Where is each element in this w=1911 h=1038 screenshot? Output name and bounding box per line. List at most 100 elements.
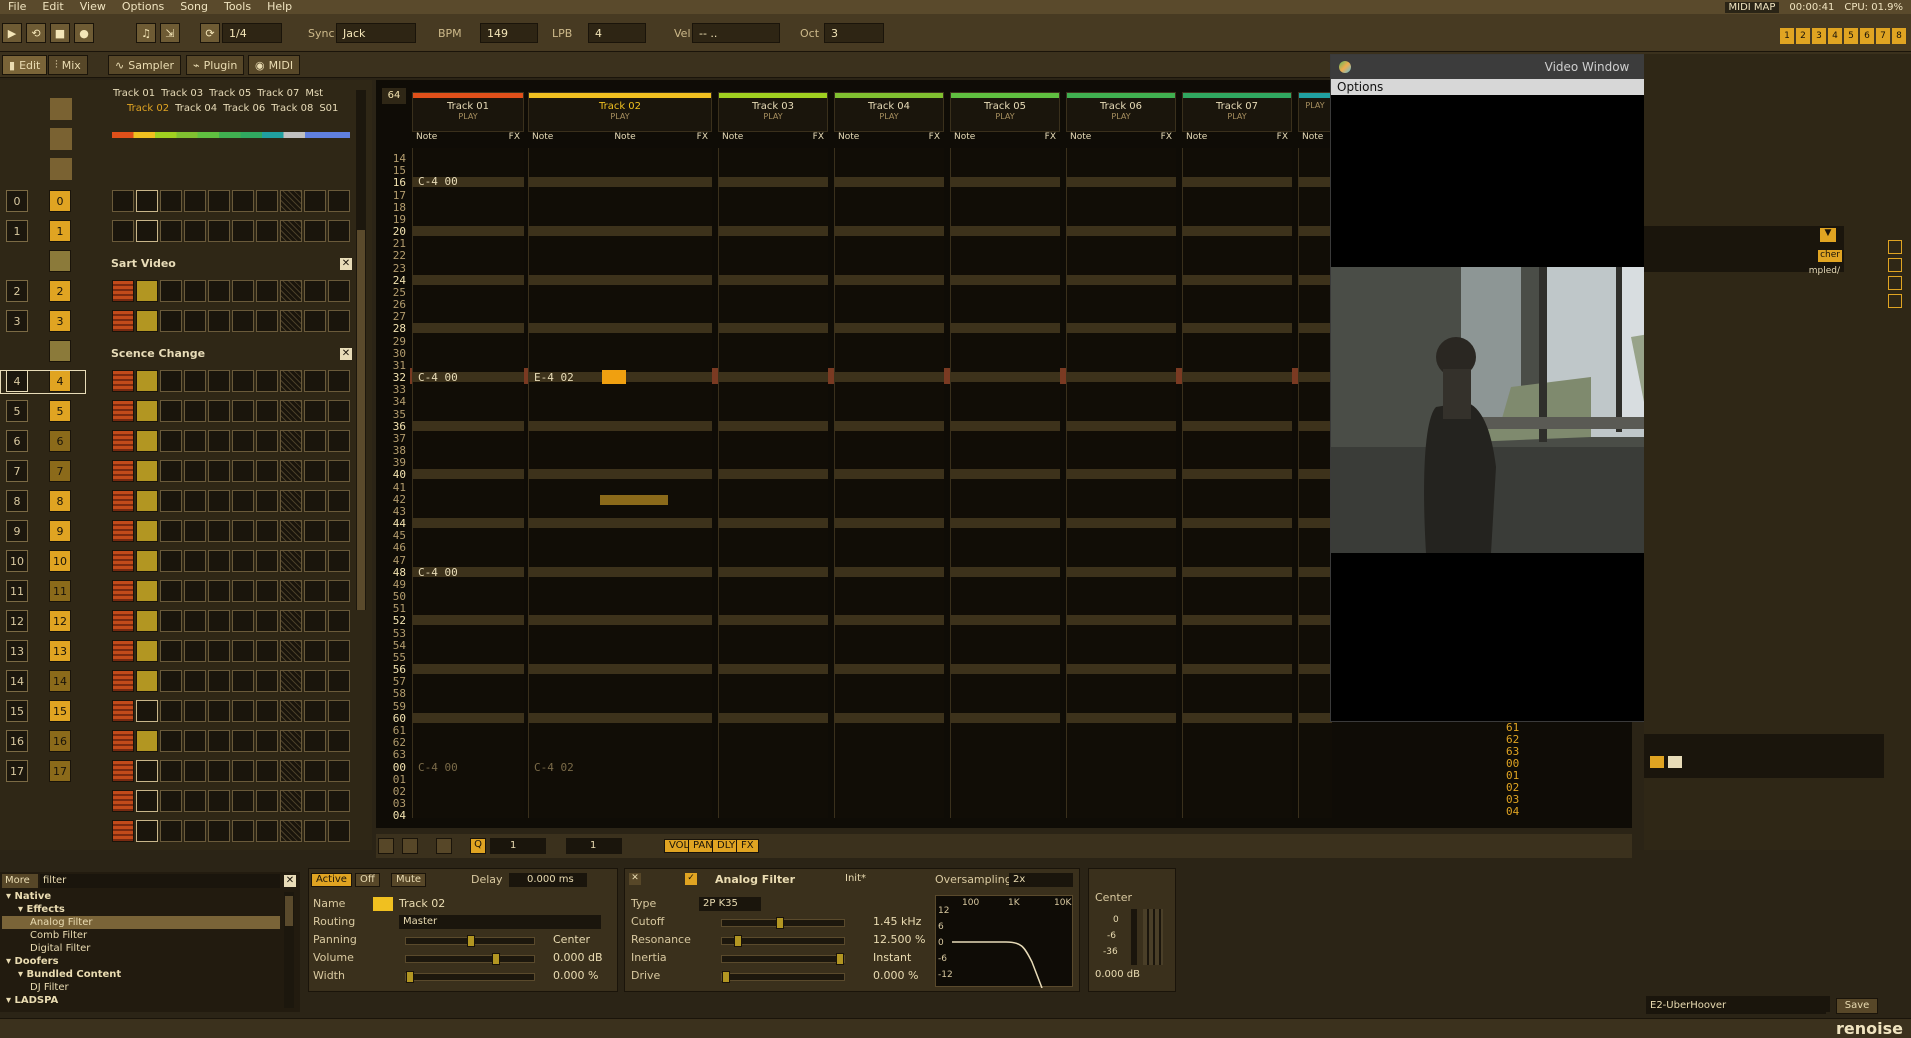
matrix-slot[interactable]	[184, 430, 206, 452]
matrix-slot[interactable]	[208, 430, 230, 452]
matrix-slot[interactable]	[280, 820, 302, 842]
matrix-slot-active[interactable]	[136, 310, 158, 332]
follow-icon[interactable]: ⇲	[160, 23, 180, 43]
matrix-slot-active[interactable]	[136, 430, 158, 452]
matrix-slot[interactable]	[304, 760, 326, 782]
matrix-slot[interactable]	[256, 730, 278, 752]
matrix-slot-active[interactable]	[112, 280, 134, 302]
matrix-slot[interactable]	[184, 700, 206, 722]
matrix-slot-active[interactable]	[112, 670, 134, 692]
matrix-slot[interactable]	[160, 190, 182, 212]
matrix-slot[interactable]	[304, 670, 326, 692]
matrix-slot[interactable]	[184, 820, 206, 842]
cutoff-slider[interactable]	[721, 917, 845, 929]
list-icon[interactable]	[1668, 756, 1682, 768]
menu-help[interactable]: Help	[259, 0, 300, 14]
matrix-slot[interactable]	[280, 610, 302, 632]
seq-position[interactable]: 7	[6, 460, 28, 482]
matrix-slot-active[interactable]	[136, 670, 158, 692]
sync-select[interactable]: Jack	[336, 23, 416, 43]
scrollbar-thumb[interactable]	[357, 230, 365, 610]
matrix-slot[interactable]	[184, 370, 206, 392]
matrix-slot-active[interactable]	[112, 370, 134, 392]
slider-knob[interactable]	[467, 935, 475, 947]
panning-slider[interactable]	[405, 935, 535, 947]
matrix-slot[interactable]	[328, 190, 350, 212]
matrix-slot[interactable]	[328, 460, 350, 482]
slider-knob[interactable]	[776, 917, 784, 929]
matrix-slot[interactable]	[280, 760, 302, 782]
matrix-slot-active[interactable]	[112, 610, 134, 632]
matrix-slot[interactable]	[328, 220, 350, 242]
layout-preset-3[interactable]: 3	[1812, 28, 1826, 44]
matrix-slot[interactable]	[232, 610, 254, 632]
matrix-slot[interactable]	[232, 460, 254, 482]
pattern-number[interactable]: 5	[49, 400, 71, 422]
pattern-number[interactable]: 10	[49, 550, 71, 572]
speaker-icon[interactable]	[1650, 756, 1664, 768]
matrix-slot[interactable]	[208, 700, 230, 722]
instrument-tag[interactable]: cher	[1818, 250, 1842, 262]
width-slider[interactable]	[405, 971, 535, 983]
matrix-slot[interactable]	[208, 580, 230, 602]
matrix-slot[interactable]	[280, 730, 302, 752]
fx-column-toggle[interactable]: FX	[736, 839, 759, 853]
matrix-slot[interactable]	[232, 640, 254, 662]
pattern-number[interactable]: 6	[49, 430, 71, 452]
matrix-slot[interactable]	[280, 430, 302, 452]
matrix-slot[interactable]	[232, 760, 254, 782]
matrix-slot[interactable]	[256, 670, 278, 692]
selection-block[interactable]	[600, 495, 668, 505]
tab-sampler[interactable]: ∿ Sampler	[108, 55, 181, 75]
matrix-slot[interactable]	[232, 490, 254, 512]
off-button[interactable]: Off	[355, 873, 380, 887]
matrix-slot-active[interactable]	[136, 580, 158, 602]
matrix-slot[interactable]	[256, 550, 278, 572]
seq-header-slot[interactable]	[50, 158, 72, 180]
tool-2-icon[interactable]	[1888, 258, 1902, 272]
pattern-number[interactable]: 12	[49, 610, 71, 632]
matrix-slot[interactable]	[184, 460, 206, 482]
chevron-down-icon[interactable]: ▼	[1820, 228, 1836, 242]
instrument-name-field[interactable]: E2-UberHoover	[1646, 998, 1826, 1014]
lines-per-pattern[interactable]: 64	[382, 88, 406, 104]
matrix-slot-active[interactable]	[112, 820, 134, 842]
matrix-slot-active[interactable]	[136, 640, 158, 662]
matrix-slot[interactable]	[160, 610, 182, 632]
pattern-number[interactable]: 3	[49, 310, 71, 332]
matrix-slot[interactable]	[304, 790, 326, 812]
matrix-slot[interactable]	[256, 400, 278, 422]
pattern-section-marker[interactable]	[49, 250, 71, 272]
layout-preset-1[interactable]: 1	[1780, 28, 1794, 44]
menu-song[interactable]: Song	[172, 0, 216, 14]
tab-plugin[interactable]: ⌁ Plugin	[186, 55, 245, 75]
volume-slider[interactable]	[405, 953, 535, 965]
matrix-slot[interactable]	[112, 190, 134, 212]
note-cell[interactable]: E-4 02	[534, 371, 574, 384]
seq-position[interactable]: 10	[6, 550, 28, 572]
matrix-slot[interactable]	[328, 490, 350, 512]
matrix-slot[interactable]	[280, 520, 302, 542]
browser-tree-item[interactable]: Analog Filter	[2, 916, 280, 929]
matrix-slot[interactable]	[160, 790, 182, 812]
matrix-slot[interactable]	[280, 280, 302, 302]
tool-4-icon[interactable]	[1888, 294, 1902, 308]
save-button[interactable]: Save	[1836, 998, 1878, 1014]
matrix-slot[interactable]	[280, 460, 302, 482]
matrix-slot[interactable]	[208, 820, 230, 842]
matrix-slot[interactable]	[160, 490, 182, 512]
matrix-slot[interactable]	[232, 520, 254, 542]
matrix-slot-active[interactable]	[112, 550, 134, 572]
scrollbar-thumb[interactable]	[285, 896, 293, 926]
matrix-slot[interactable]	[208, 220, 230, 242]
matrix-slot[interactable]	[232, 190, 254, 212]
matrix-slot[interactable]	[232, 550, 254, 572]
matrix-slot[interactable]	[328, 550, 350, 572]
tab-mix[interactable]: ⫶ Mix	[48, 55, 88, 75]
advanced-edit-icon[interactable]	[378, 838, 394, 854]
matrix-slot[interactable]	[328, 670, 350, 692]
matrix-slot-active[interactable]	[112, 580, 134, 602]
matrix-slot[interactable]	[112, 220, 134, 242]
matrix-slot[interactable]	[304, 580, 326, 602]
matrix-slot[interactable]	[328, 730, 350, 752]
